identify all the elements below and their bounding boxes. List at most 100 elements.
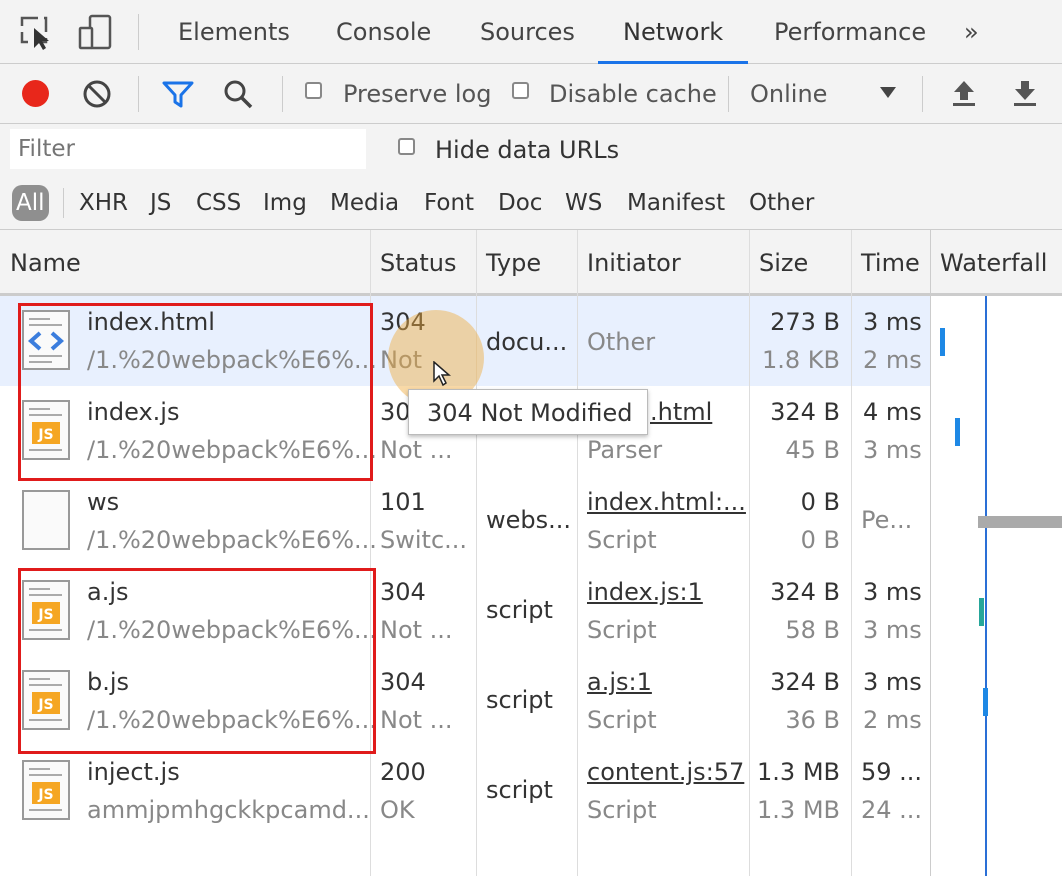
request-latency: 2 ms [863,706,922,734]
device-toolbar-icon[interactable] [78,14,114,50]
request-status-text: Not ... [380,616,453,644]
request-size: 324 B [770,578,840,606]
request-type: script [486,686,553,714]
request-time: Pe... [861,506,913,534]
annotation-box-cached-requests [18,303,373,481]
request-initiator[interactable]: content.js:57 [587,758,744,786]
devtools-tab-bar: Elements Console Sources Network Perform… [0,0,1062,64]
request-time: 3 ms [863,578,922,606]
request-path: /1.%20webpack%E6%... [87,526,377,554]
request-status-text: Not ... [380,436,453,464]
request-initiator[interactable]: index.js:1 [587,578,703,606]
request-latency: 3 ms [863,616,922,644]
type-filter-doc[interactable]: Doc [498,176,542,230]
type-filter-ws[interactable]: WS [565,176,602,230]
request-status-code: 304 [380,668,426,696]
separator [138,76,139,112]
import-har-icon[interactable] [950,78,978,108]
tab-sources[interactable]: Sources [480,0,575,64]
request-path: ammjpmhgckkpcamd... [87,796,370,824]
network-toolbar: Preserve log Disable cache Online [0,64,1062,124]
request-time: 3 ms [863,308,922,336]
column-header-time[interactable]: Time [851,230,920,296]
request-resource-size: 1.3 MB [757,796,840,824]
inspect-element-icon[interactable] [20,16,52,50]
more-tabs-button[interactable]: » [964,0,979,64]
disable-cache-checkbox[interactable] [512,82,529,99]
export-har-icon[interactable] [1011,78,1039,108]
hide-data-urls-checkbox[interactable] [398,138,415,155]
type-filter-js[interactable]: JS [150,176,171,230]
request-resource-size: 1.8 KB [762,346,840,374]
request-size: 324 B [770,668,840,696]
request-status-code: 304 [380,578,426,606]
clear-icon[interactable] [82,79,112,109]
request-status-code: 30 [380,398,411,426]
type-filter-css[interactable]: CSS [196,176,241,230]
request-type: script [486,776,553,804]
request-latency: 2 ms [863,346,922,374]
blank-file-icon [22,490,70,550]
filter-bar: Hide data URLs [0,124,1062,176]
separator [282,76,283,112]
filter-icon[interactable] [162,80,194,110]
column-header-type[interactable]: Type [476,230,541,296]
request-size: 1.3 MB [757,758,840,786]
request-size: 0 B [800,488,840,516]
type-filter-xhr[interactable]: XHR [79,176,128,230]
request-time: 4 ms [863,398,922,426]
request-initiator: Other [587,328,656,356]
column-header-name[interactable]: Name [0,230,81,296]
request-name: inject.js [87,758,180,786]
request-type: webs... [486,506,572,534]
request-resource-size: 0 B [800,526,840,554]
request-name: ws [87,488,120,516]
request-initiator-type: Script [587,616,657,644]
request-type: docu... [486,328,568,356]
column-header-status[interactable]: Status [370,230,456,296]
record-icon[interactable] [22,80,49,107]
separator [728,76,729,112]
hide-data-urls-label: Hide data URLs [435,136,620,164]
tab-performance[interactable]: Performance [774,0,926,64]
request-initiator-type: Script [587,796,657,824]
request-initiator-type: Script [587,706,657,734]
type-filter-other[interactable]: Other [749,176,814,230]
request-status-text: OK [380,796,415,824]
type-filter-manifest[interactable]: Manifest [627,176,725,230]
column-header-waterfall[interactable]: Waterfall [930,230,1047,296]
requests-table: Name Status Type Initiator Size Time Wat… [0,230,1062,876]
type-filter-img[interactable]: Img [263,176,307,230]
search-icon[interactable] [222,78,254,110]
resource-type-filter: All XHR JS CSS Img Media Font Doc WS Man… [0,176,1062,230]
preserve-log-checkbox[interactable] [305,82,322,99]
request-latency: 3 ms [863,436,922,464]
type-filter-all[interactable]: All [12,185,49,221]
separator [922,76,923,112]
filter-input[interactable] [10,129,366,169]
throttling-select[interactable]: Online [750,64,827,124]
tab-console[interactable]: Console [336,0,431,64]
type-filter-font[interactable]: Font [424,176,474,230]
tab-elements[interactable]: Elements [178,0,290,64]
dropdown-arrow-icon[interactable] [879,86,897,100]
column-header-size[interactable]: Size [749,230,808,296]
request-initiator[interactable]: a.js:1 [587,668,652,696]
tab-network[interactable]: Network [598,0,748,64]
mouse-pointer-icon [433,361,452,387]
request-type: script [486,596,553,624]
request-latency: 24 ... [861,796,923,824]
request-time: 59 ... [861,758,923,786]
request-initiator[interactable]: .html [650,398,712,426]
request-row-inject-js[interactable]: JS inject.js ammjpmhgckkpcamd... 200 OK … [0,746,1062,836]
column-header-initiator[interactable]: Initiator [577,230,681,296]
request-initiator[interactable]: index.html:... [587,488,746,516]
request-status-code: 200 [380,758,426,786]
request-row-ws[interactable]: ws /1.%20webpack%E6%... 101 Switc... web… [0,476,1062,566]
js-file-icon: JS [22,760,70,820]
annotation-box-cached-modules [18,568,376,754]
svg-text:JS: JS [37,787,53,803]
type-filter-media[interactable]: Media [330,176,399,230]
disable-cache-label: Disable cache [549,80,717,108]
request-initiator-type: Parser [587,436,663,464]
